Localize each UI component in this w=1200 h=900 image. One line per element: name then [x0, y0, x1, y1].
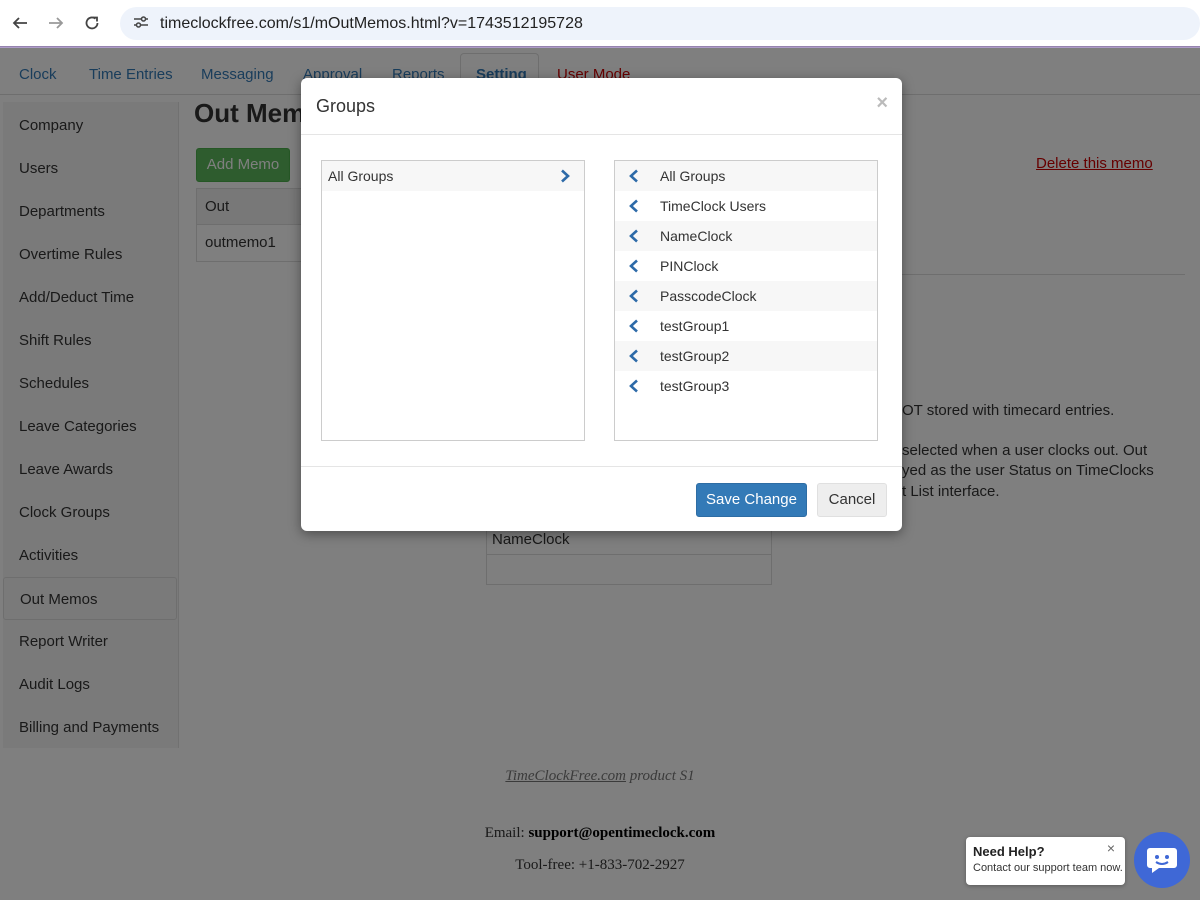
group-label: PINClock	[660, 258, 719, 274]
chevron-left-icon[interactable]	[626, 191, 642, 221]
list-item[interactable]: testGroup1	[615, 311, 877, 341]
list-item[interactable]: All Groups	[322, 161, 584, 191]
list-item[interactable]: TimeClock Users	[615, 191, 877, 221]
back-arrow-icon[interactable]	[2, 5, 38, 41]
group-label: testGroup3	[660, 378, 730, 394]
group-label: testGroup2	[660, 348, 730, 364]
group-label: TimeClock Users	[660, 198, 767, 214]
modal-header: Groups ×	[301, 78, 902, 135]
groups-modal: Groups × All Groups All Groups TimeClock…	[301, 78, 902, 531]
group-label: PasscodeClock	[660, 288, 757, 304]
cancel-button[interactable]: Cancel	[817, 483, 887, 517]
help-popup[interactable]: Need Help? Contact our support team now.…	[966, 837, 1125, 885]
site-settings-icon[interactable]	[126, 15, 156, 32]
chevron-left-icon[interactable]	[626, 251, 642, 281]
modal-footer: Save Change Cancel	[301, 466, 902, 531]
list-item[interactable]: NameClock	[615, 221, 877, 251]
group-label: testGroup1	[660, 318, 730, 334]
list-item[interactable]: testGroup3	[615, 371, 877, 401]
close-icon[interactable]: ×	[876, 92, 888, 115]
list-item[interactable]: PasscodeClock	[615, 281, 877, 311]
help-subtitle: Contact our support team now.	[973, 862, 1123, 874]
group-label: All Groups	[328, 168, 394, 184]
list-item[interactable]: testGroup2	[615, 341, 877, 371]
available-groups-list: All Groups	[321, 160, 585, 441]
chevron-left-icon[interactable]	[626, 371, 642, 401]
chevron-left-icon[interactable]	[626, 341, 642, 371]
address-bar[interactable]: timeclockfree.com/s1/mOutMemos.html?v=17…	[120, 7, 1200, 40]
group-label: All Groups	[660, 168, 726, 184]
chevron-left-icon[interactable]	[626, 221, 642, 251]
list-item[interactable]: PINClock	[615, 251, 877, 281]
chevron-left-icon[interactable]	[626, 311, 642, 341]
list-item[interactable]: All Groups	[615, 161, 877, 191]
chevron-right-icon[interactable]	[557, 161, 573, 191]
browser-toolbar: timeclockfree.com/s1/mOutMemos.html?v=17…	[0, 0, 1200, 47]
group-label: NameClock	[660, 228, 733, 244]
selected-groups-list: All Groups TimeClock Users NameClock PIN…	[614, 160, 878, 441]
modal-title: Groups	[316, 96, 376, 116]
chevron-left-icon[interactable]	[626, 281, 642, 311]
reload-icon[interactable]	[74, 5, 110, 41]
chat-bubble-icon[interactable]	[1134, 832, 1190, 888]
help-title: Need Help?	[973, 844, 1045, 859]
chevron-left-icon[interactable]	[626, 161, 642, 191]
close-icon[interactable]: ×	[1107, 840, 1115, 856]
url-text: timeclockfree.com/s1/mOutMemos.html?v=17…	[160, 14, 583, 32]
save-change-button[interactable]: Save Change	[696, 483, 807, 517]
forward-arrow-icon[interactable]	[38, 5, 74, 41]
